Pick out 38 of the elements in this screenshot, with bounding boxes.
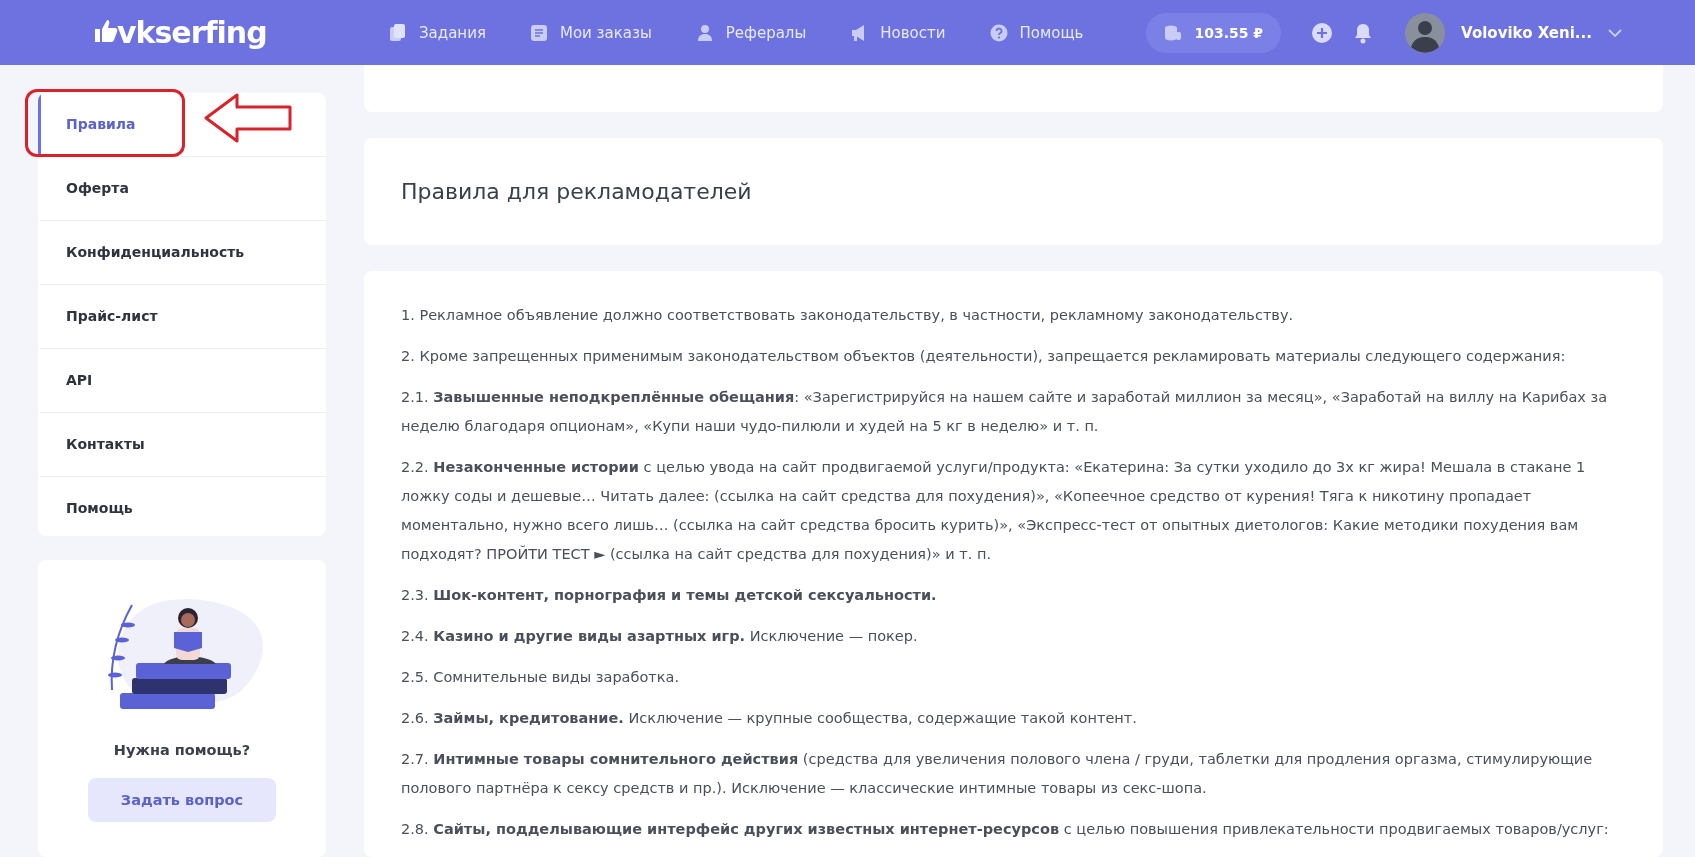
- person-icon: [695, 23, 714, 42]
- arrow-icon: [203, 92, 293, 144]
- user-menu[interactable]: Voloviko Xeni...: [1405, 12, 1622, 53]
- page-title: Правила для рекламодателей: [401, 179, 752, 204]
- help-title: Нужна помощь?: [113, 741, 251, 758]
- rule-paragraph: 2.7. Интимные товары сомнительного действия (средства для увеличения полового члена / груди, таблетки для продления оргазма, стимулирующие полового партнёра к сексу средств и пр.). Исключение — классические интимные товары из секс-шопа.: [401, 750, 1594, 798]
- sidebar-item[interactable]: Контакты: [38, 413, 326, 477]
- rule-paragraph: 2.8. Сайты, подделывающие интерфейс других известных интернет-ресурсов с целью повышения привлекательности продвигаемых товаров/услуг:: [401, 820, 1610, 839]
- rule-paragraph: 2. Кроме запрещенных применимым законодательством объектов (деятельности), запрещается рекламировать материалы следующего содержания:: [401, 347, 1567, 366]
- nav-link[interactable]: Новости: [850, 23, 946, 42]
- sidebar-item[interactable]: Правила: [38, 93, 326, 157]
- sidebar-item[interactable]: Оферта: [38, 157, 326, 221]
- help-icon: [989, 23, 1008, 42]
- logo[interactable]: vkserfing: [93, 15, 293, 50]
- rule-paragraph: 2.4. Казино и другие виды азартных игр. Исключение — покер.: [401, 627, 919, 646]
- ask-question-button[interactable]: Задать вопрос: [88, 777, 276, 822]
- rule-paragraph: 2.6. Займы, кредитование. Исключение — крупные сообщества, содержащие такой контент.: [401, 709, 1138, 728]
- rule-paragraph: 2.5. Сомнительные виды заработка.: [401, 668, 680, 687]
- sidebar-item[interactable]: API: [38, 349, 326, 413]
- avatar-icon: [1405, 12, 1446, 53]
- bell-icon[interactable]: [1353, 21, 1374, 44]
- sidebar-item[interactable]: Помощь: [38, 477, 326, 536]
- thumbs-up-icon: [93, 18, 119, 44]
- sidebar-item[interactable]: Прайс-лист: [38, 285, 326, 349]
- rule-paragraph: 1. Рекламное объявление должно соответствовать законодательству, в частности, рекламному законодательству.: [401, 306, 1295, 325]
- rule-paragraph: 2.3. Шок-контент, порнография и темы детской сексуальности.: [401, 586, 938, 605]
- rule-paragraph: 2.2. Незаконченные истории с целью увода на сайт продвигаемой услуги/продукта: «Екатерина: За сутки уходило до 3х кг жира! Мешала в стакане 1 ложку соды и дешевые… Читать далее: (ссылка на сайт средства для похудения)», «Копеечное средство от курения! Тяга к никотину пропадает моментально, нужно всего лишь… (ссылка на сайт средства бросить курить)», «Экспресс-тест от опытных диетологов: Какие методики похудения вам подходят? ПРОЙТИ ТЕСТ ► (ссылка на сайт средства для похудения)» и т. п.: [401, 458, 1587, 564]
- documents-icon: [389, 23, 407, 42]
- sidebar-item[interactable]: Конфиденциальность: [38, 221, 326, 285]
- balance-pill[interactable]: 103.55 ₽: [1146, 12, 1282, 53]
- chevron-down-icon: [1607, 27, 1622, 38]
- nav-link[interactable]: Рефералы: [695, 23, 807, 42]
- nav-link[interactable]: Помощь: [989, 23, 1084, 42]
- rule-paragraph: 2.1. Завышенные неподкреплённые обещания: «Зарегистрируйся на нашем сайте и заработай миллион за месяц», «Заработай на виллу на Карибах за неделю благодаря опционам», «Купи наши чудо-пилюли и худей на 5 кг в неделю» и т. п.: [401, 388, 1609, 436]
- list-icon: [529, 23, 548, 42]
- plus-icon[interactable]: [1311, 21, 1334, 44]
- nav-link[interactable]: Мои заказы: [529, 23, 652, 42]
- nav-link[interactable]: Задания: [389, 23, 486, 42]
